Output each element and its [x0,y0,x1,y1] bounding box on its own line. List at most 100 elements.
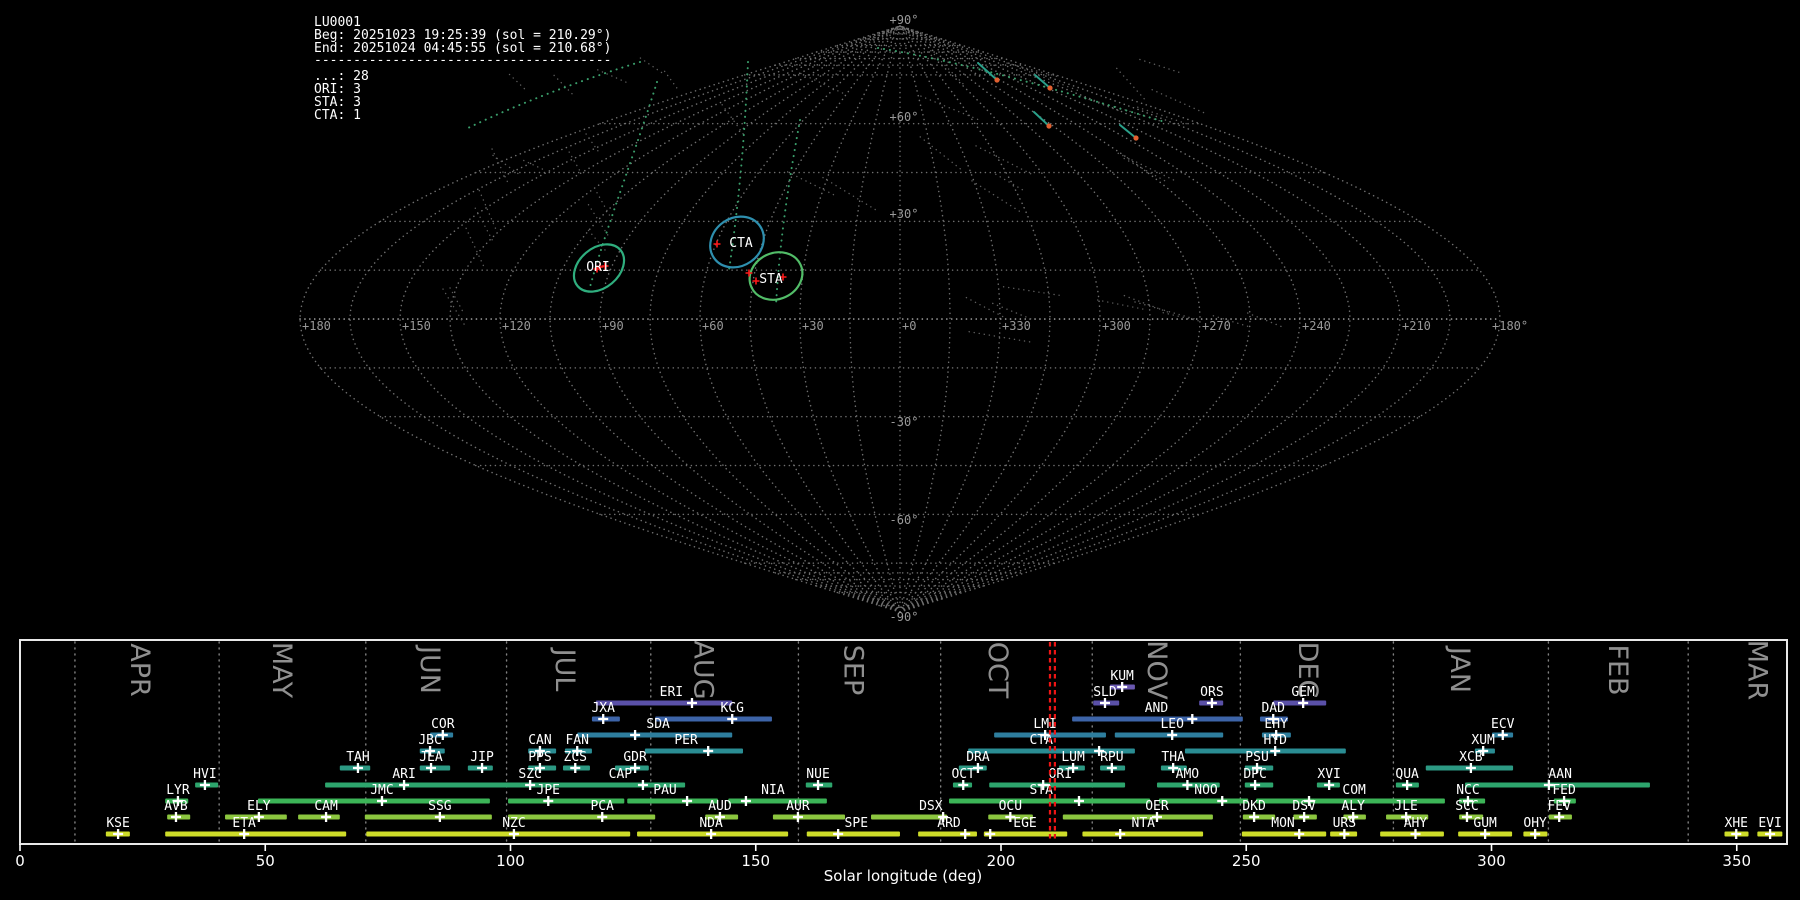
shower-label-JIP: JIP [470,750,494,765]
shower-bar-PCA [508,815,655,820]
shower-bar-NTA [1082,832,1203,837]
drift-trail [640,58,665,75]
drift-trail [993,303,1031,319]
shower-label-OER: OER [1145,799,1169,814]
shower-label-URS: URS [1333,816,1356,831]
shower-bar-CAM [298,815,340,820]
drift-trail [598,70,627,82]
shower-bar-SSG [365,815,492,820]
shower-peak-AND [1187,714,1197,724]
shower-label-HYD: HYD [1263,733,1287,748]
shower-label-KUM: KUM [1110,669,1134,684]
shower-track-trail [878,48,1165,122]
map-lon-label: +270 [1202,319,1231,333]
drift-trail [510,74,528,91]
shower-label-OHY: OHY [1523,816,1547,831]
shower-label-EHY: EHY [1264,717,1288,732]
drift-trail [569,152,580,171]
shower-label-COR: COR [431,717,455,732]
shower-label-LYR: LYR [166,783,190,798]
shower-bar-JMC [258,799,490,804]
current-position-dot [1047,85,1052,90]
shower-label-DPC: DPC [1243,767,1266,782]
shower-label-GUM: GUM [1473,816,1497,831]
shower-label-SCC: SCC [1455,799,1478,814]
shower-label-AUR: AUR [786,799,810,814]
shower-label-LMI: LMI [1033,717,1056,732]
shower-label-ERI: ERI [660,685,683,700]
shower-peak-PER [703,746,713,756]
shower-label-ETA: ETA [232,816,256,831]
shower-label-THA: THA [1161,750,1185,765]
map-lat-label: +30° [890,207,919,221]
map-lon-label: +180° [1492,319,1528,333]
map-lat-label: -30° [890,415,919,429]
shower-bar-DSX [871,815,947,820]
map-lon-label: +0 [902,319,916,333]
shower-label-CAP: CAP [609,767,633,782]
drift-trail [493,155,521,175]
shower-label-JPE: JPE [537,783,560,798]
shower-label-XCB: XCB [1459,750,1483,765]
shower-label-CAN: CAN [528,733,551,748]
shower-track-trail [468,62,640,128]
drift-trail [1117,68,1145,99]
shower-label-HVI: HVI [193,767,216,782]
map-lon-label: +120 [502,319,531,333]
month-label-JUL: JUL [549,647,580,692]
shower-peak-MON [1294,829,1304,839]
shower-label-NUE: NUE [806,767,829,782]
shower-label-DRA: DRA [966,750,990,765]
shower-label-SSG: SSG [428,799,452,814]
map-lon-label: +30 [802,319,824,333]
month-label-MAY: MAY [266,642,297,699]
map-lon-label: +240 [1302,319,1331,333]
drift-trail [722,105,745,136]
shower-peak-NOO [1217,796,1227,806]
shower-label-NOO: NOO [1194,783,1218,798]
map-lat-label: -60° [890,513,919,527]
active-drift-trail [1035,75,1050,88]
shower-label-PCA: PCA [590,799,614,814]
drift-trail [450,288,464,314]
drift-trail [1124,296,1169,313]
radiant-label-ORI: ORI [586,260,609,275]
shower-label-DSX: DSX [919,799,943,814]
month-label-OCT: OCT [982,642,1013,699]
shower-bar-KCG [655,717,772,722]
shower-bar-NOO [1159,799,1248,804]
shower-bar-PER [645,749,743,754]
shower-label-AND: AND [1145,701,1169,716]
shower-label-DKD: DKD [1242,799,1266,814]
map-lon-label: +330 [1002,319,1031,333]
shower-peak-CAP [638,780,648,790]
x-tick-label: 300 [1477,852,1506,870]
shower-label-XHE: XHE [1725,816,1748,831]
shower-label-AAN: AAN [1548,767,1571,782]
shower-label-NZC: NZC [502,816,525,831]
shower-label-AMO: AMO [1176,767,1200,782]
x-tick-label: 200 [987,852,1016,870]
shower-label-PPS: PPS [528,750,551,765]
x-tick-label: 250 [1232,852,1261,870]
shower-label-XVI: XVI [1317,767,1340,782]
shower-peak-SPE [833,829,843,839]
month-label-FEB: FEB [1602,644,1633,695]
drift-trail [931,51,963,84]
map-lon-label: +180 [302,319,331,333]
current-position-dot [1046,123,1051,128]
month-label-SEP: SEP [837,645,868,695]
shower-bar-ORI [989,783,1125,788]
info-separator: -------------------------------------- [314,53,611,68]
shower-label-ECV: ECV [1491,717,1515,732]
shower-peak-SDA [630,730,640,740]
x-tick-label: 0 [15,852,25,870]
shower-label-FEV: FEV [1547,799,1571,814]
drift-trail [1124,159,1166,182]
info-panel: LU0001 Beg: 20251023 19:25:39 (sol = 210… [314,15,611,123]
shower-label-TAH: TAH [346,750,369,765]
shower-label-ALY: ALY [1341,799,1365,814]
shower-label-JMC: JMC [370,783,393,798]
shower-bar-NZC [366,832,630,837]
shower-label-AHY: AHY [1404,816,1428,831]
